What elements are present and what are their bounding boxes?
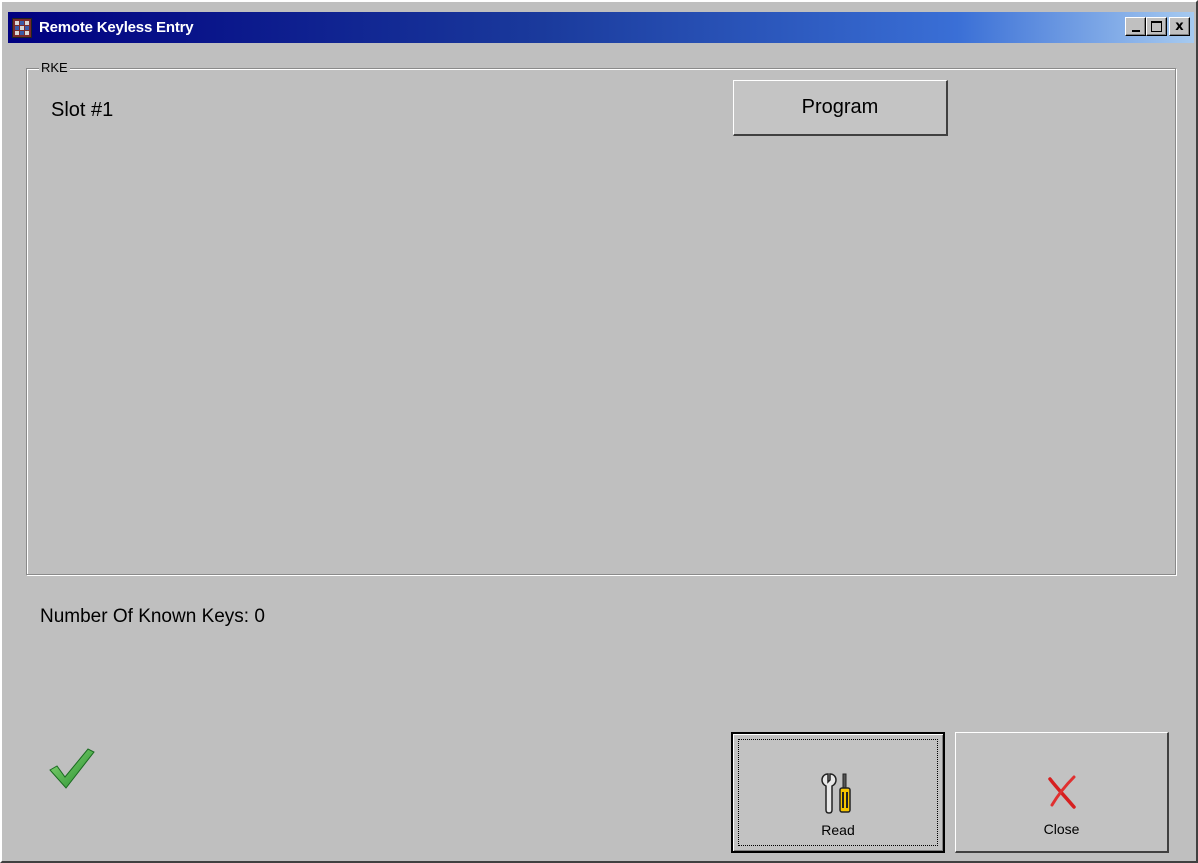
window-close-button[interactable]: x (1169, 17, 1190, 36)
remote-keyless-entry-window: Remote Keyless Entry x RKE Slot #1 Progr… (0, 0, 1198, 863)
known-keys-count: Number Of Known Keys: 0 (40, 606, 265, 627)
window-controls: x (1125, 17, 1190, 36)
minimize-button[interactable] (1125, 17, 1146, 36)
read-button[interactable]: Read (731, 732, 945, 853)
close-icon: x (1175, 19, 1184, 34)
close-button[interactable]: Close (955, 732, 1169, 853)
minimize-icon (1131, 29, 1140, 32)
maximize-icon (1151, 21, 1162, 32)
close-x-icon (1047, 775, 1076, 809)
app-icon (12, 17, 32, 38)
close-button-label: Close (1043, 821, 1080, 837)
window-title: Remote Keyless Entry (39, 19, 194, 36)
rke-groupbox: RKE Slot #1 Program (26, 60, 1176, 575)
program-button[interactable]: Program (733, 80, 948, 136)
rke-group-label: RKE (39, 60, 70, 75)
checkmark-icon (49, 748, 95, 789)
maximize-button[interactable] (1146, 17, 1167, 36)
slot-label: Slot #1 (51, 99, 114, 121)
tools-icon (821, 773, 851, 814)
read-button-label: Read (821, 822, 855, 838)
title-bar[interactable]: Remote Keyless Entry x (8, 12, 1194, 43)
